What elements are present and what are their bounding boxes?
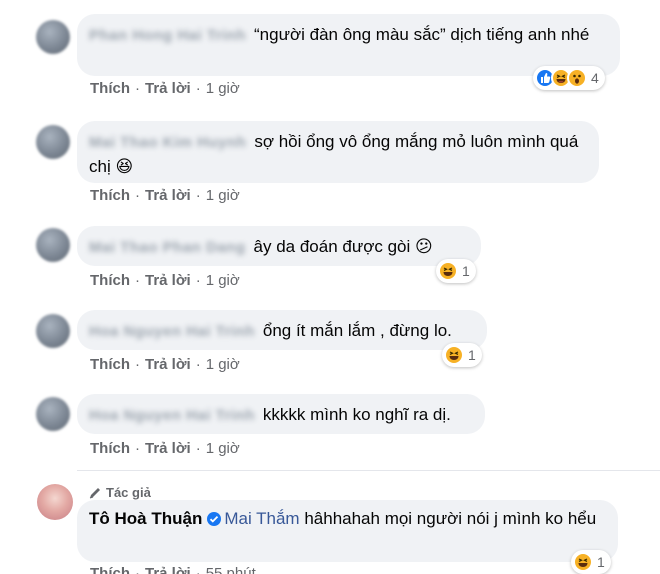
pen-icon [89, 487, 100, 498]
timestamp[interactable]: 1 giờ [206, 356, 240, 373]
comment-actions: Thích · Trả lời · 1 giờ [90, 187, 240, 204]
author-badge-label: Tác giả [106, 485, 151, 500]
timestamp[interactable]: 55 phút [206, 565, 256, 574]
timestamp[interactable]: 1 giờ [206, 80, 240, 97]
wow-icon [567, 68, 587, 88]
like-button[interactable]: Thích [90, 356, 130, 373]
avatar[interactable] [36, 125, 70, 159]
reactions-summary[interactable]: 4 [533, 66, 605, 90]
reply-button[interactable]: Trả lời [145, 80, 191, 97]
like-button[interactable]: Thích [90, 565, 130, 574]
reply-button[interactable]: Trả lời [145, 356, 191, 373]
commenter-name[interactable]: Mai Thao Kim Huynh [89, 131, 246, 155]
comment-bubble: Hoa Nguyen Hai Trinh ổng ít mắn lắm , đừn… [77, 310, 487, 350]
comment-actions: Thích · Trả lời · 1 giờ [90, 272, 240, 289]
commenter-name[interactable]: Phan Hong Hai Trinh [89, 24, 246, 48]
commenter-name[interactable]: Hoa Nguyen Hai Trinh [89, 404, 255, 428]
like-button[interactable]: Thích [90, 440, 130, 457]
timestamp[interactable]: 1 giờ [206, 187, 240, 204]
avatar[interactable] [36, 228, 70, 262]
avatar[interactable] [36, 397, 70, 431]
reply-button[interactable]: Trả lời [145, 187, 191, 204]
avatar[interactable] [37, 484, 73, 520]
reaction-count: 4 [591, 70, 599, 86]
comment-text: ổng ít mắn lắm , đừng lo. [262, 321, 452, 340]
comment-actions: Thích · Trả lời · 1 giờ [90, 440, 240, 457]
comment-bubble: Hoa Nguyen Hai Trinh kkkkk mình ko nghĩ r… [77, 394, 485, 434]
reaction-count: 1 [468, 347, 476, 363]
like-button[interactable]: Thích [90, 80, 130, 97]
reactions-summary[interactable]: 1 [436, 259, 476, 283]
comment-actions: Thích · Trả lời · 55 phút [90, 565, 256, 574]
like-button[interactable]: Thích [90, 272, 130, 289]
reactions-summary[interactable]: 1 [571, 550, 611, 574]
mention-link[interactable]: Mai Thắm [224, 509, 299, 528]
like-button[interactable]: Thích [90, 187, 130, 204]
comment-text: hâhhahah mọi người nói j mình ko hểu [304, 509, 597, 528]
comment-text: kkkkk mình ko nghĩ ra dị. [262, 405, 451, 424]
reaction-count: 1 [462, 263, 470, 279]
avatar[interactable] [36, 314, 70, 348]
comment-actions: Thích · Trả lời · 1 giờ [90, 80, 240, 97]
comment-bubble: Mai Thao Kim Huynh sợ hồi ổng vô ổng mắng… [77, 121, 599, 183]
commenter-name[interactable]: Mai Thao Phan Dang [89, 236, 246, 260]
reply-button[interactable]: Trả lời [145, 565, 191, 574]
reaction-count: 1 [597, 554, 605, 570]
haha-icon [573, 552, 593, 572]
author-badge: Tác giả [88, 485, 151, 500]
comment-actions: Thích · Trả lời · 1 giờ [90, 356, 240, 373]
haha-icon [438, 261, 458, 281]
comment-bubble: Tô Hoà Thuận Mai Thắm hâhhahah mọi người … [77, 500, 618, 562]
comment-text: ây da đoán được gòi 😕 [253, 237, 433, 256]
verified-icon [206, 510, 222, 534]
timestamp[interactable]: 1 giờ [206, 272, 240, 289]
reply-button[interactable]: Trả lời [145, 272, 191, 289]
comment-bubble: Mai Thao Phan Dang ây da đoán được gòi 😕 [77, 226, 481, 266]
comment-text: “người đàn ông màu sắc” dịch tiếng anh n… [254, 25, 590, 44]
timestamp[interactable]: 1 giờ [206, 440, 240, 457]
divider [77, 470, 660, 471]
haha-icon [444, 345, 464, 365]
avatar[interactable] [36, 20, 70, 54]
reactions-summary[interactable]: 1 [442, 343, 482, 367]
commenter-name[interactable]: Hoa Nguyen Hai Trinh [89, 320, 255, 344]
commenter-name[interactable]: Tô Hoà Thuận [89, 509, 202, 528]
reply-button[interactable]: Trả lời [145, 440, 191, 457]
